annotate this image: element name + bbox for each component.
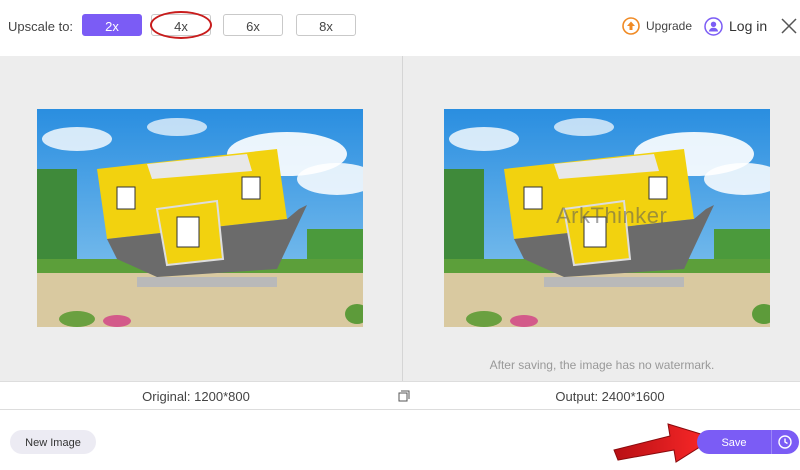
user-icon <box>704 16 723 36</box>
upscale-label: Upscale to: <box>8 19 74 34</box>
compare-icon[interactable] <box>398 390 410 402</box>
upgrade-icon <box>622 17 640 35</box>
clock-icon <box>778 435 792 449</box>
resolution-info-bar: Original: 1200*800 Output: 2400*1600 <box>0 381 800 410</box>
original-image <box>37 109 363 327</box>
preview-divider <box>402 56 403 381</box>
output-resolution: Output: 2400*1600 <box>555 389 665 404</box>
scale-2x-button[interactable]: 2x <box>82 14 142 36</box>
upgrade-link[interactable]: Upgrade <box>622 16 692 36</box>
bottom-bar <box>0 410 800 470</box>
scale-4x-button[interactable]: 4x <box>151 14 211 36</box>
original-resolution: Original: 1200*800 <box>142 389 250 404</box>
close-icon[interactable] <box>780 17 798 35</box>
upgrade-label: Upgrade <box>646 19 693 33</box>
scale-6x-button[interactable]: 6x <box>223 14 283 36</box>
no-watermark-note: After saving, the image has no watermark… <box>489 358 715 372</box>
login-link[interactable]: Log in <box>704 16 767 36</box>
login-label: Log in <box>729 18 768 34</box>
top-toolbar: Upscale to: 2x 4x 6x 8x Upgrade Log in <box>0 0 800 56</box>
output-image: ArkThinker <box>444 109 770 327</box>
save-button[interactable]: Save <box>697 430 771 454</box>
watermark-text: ArkThinker <box>556 203 668 228</box>
history-button[interactable] <box>771 430 799 454</box>
new-image-button[interactable]: New Image <box>10 430 96 454</box>
scale-8x-button[interactable]: 8x <box>296 14 356 36</box>
